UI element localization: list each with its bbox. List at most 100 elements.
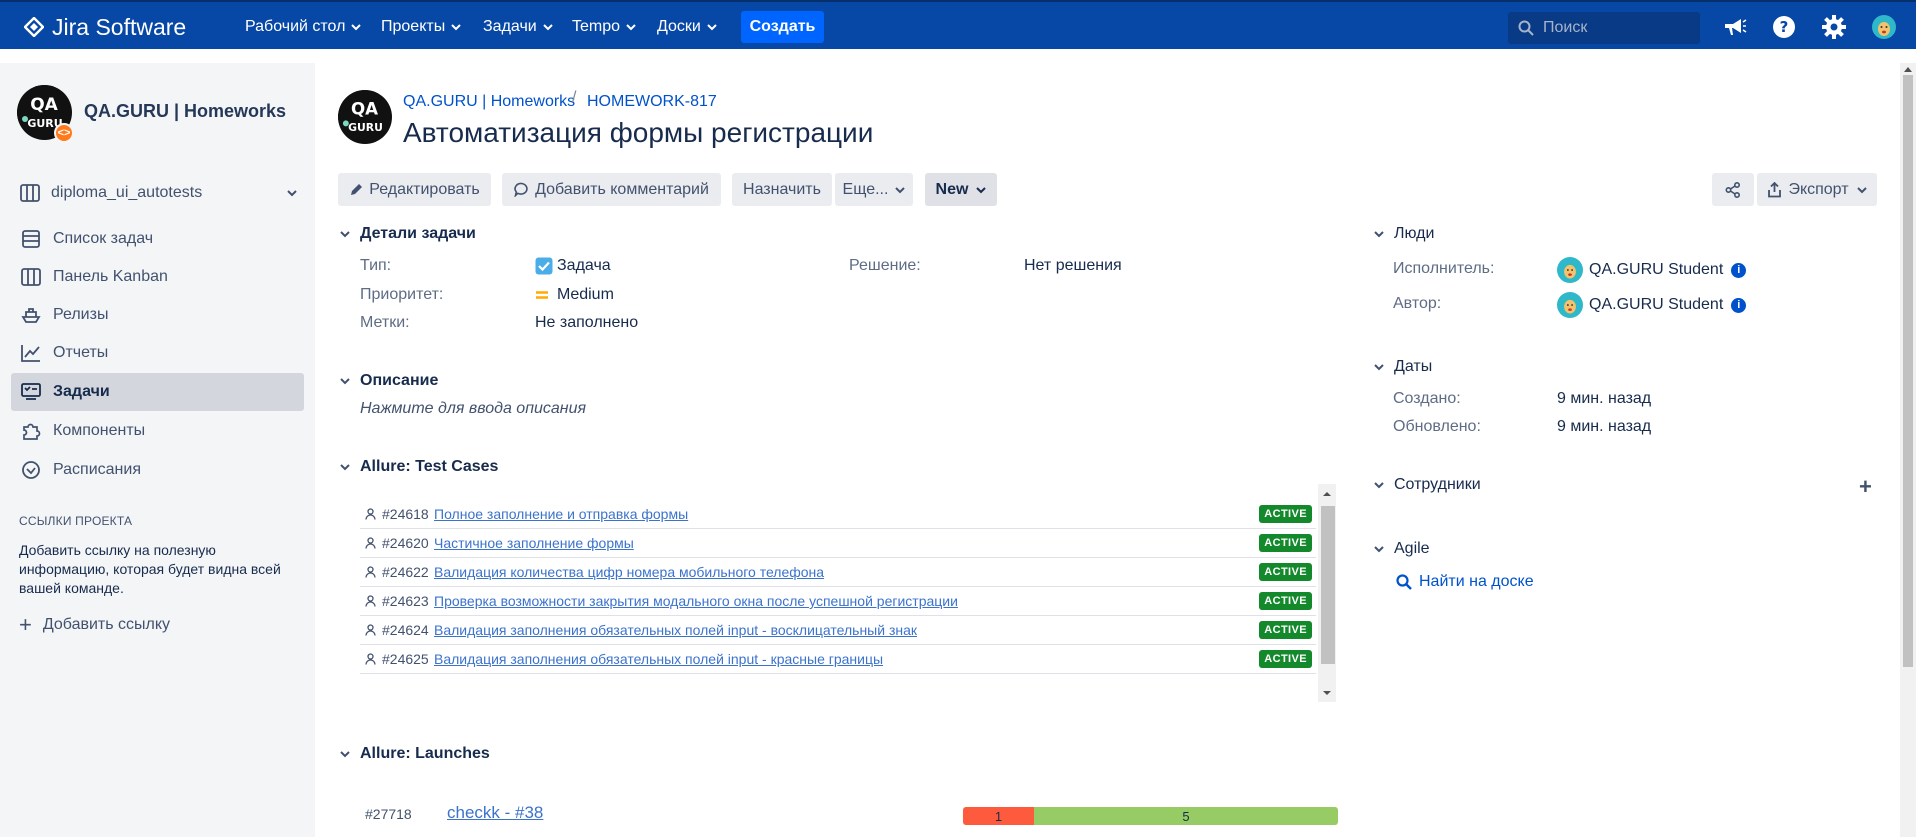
status-badge: ACTIVE: [1259, 592, 1312, 610]
launches-section-title: Allure: Launches: [360, 745, 490, 762]
test-cases-scrollbar-thumb[interactable]: [1321, 506, 1335, 664]
chevron-down-icon: [1372, 478, 1386, 492]
launch-link[interactable]: checkk - #38: [447, 803, 543, 823]
test-case-link[interactable]: Частичное заполнение формы: [434, 535, 1259, 551]
test-case-id: #24620: [382, 535, 429, 551]
type-value[interactable]: Задача: [535, 257, 611, 275]
share-button[interactable]: [1712, 173, 1754, 206]
notifications-megaphone-icon[interactable]: [1722, 14, 1748, 40]
priority-label: Приоритет:: [360, 286, 444, 303]
nav-boards[interactable]: Доски: [657, 16, 717, 38]
test-case-link[interactable]: Проверка возможности закрытия модального…: [434, 593, 1259, 609]
nav-dashboard[interactable]: Рабочий стол: [245, 16, 362, 38]
board-selector[interactable]: diploma_ui_autotests: [20, 181, 298, 205]
user-icon: [365, 595, 376, 607]
test-case-id: #24624: [382, 622, 429, 638]
launches-section-toggle[interactable]: Allure: Launches: [338, 745, 490, 763]
project-links-heading: ССЫЛКИ ПРОЕКТА: [19, 514, 133, 528]
test-cases-section-toggle[interactable]: Allure: Test Cases: [338, 458, 498, 476]
priority-value[interactable]: Medium: [535, 286, 614, 304]
test-case-link[interactable]: Валидация количества цифр номера мобильн…: [434, 564, 1259, 580]
scroll-up-arrow-icon[interactable]: [1903, 65, 1913, 73]
breadcrumb-issue-key-link[interactable]: HOMEWORK-817: [587, 93, 717, 111]
chevron-down-icon: [1856, 186, 1867, 193]
chevron-down-icon: [287, 190, 297, 197]
description-section-toggle[interactable]: Описание: [338, 372, 438, 390]
launch-result-bar[interactable]: 1 5: [963, 807, 1338, 825]
page-scrollbar-thumb[interactable]: [1903, 75, 1913, 667]
sidebar-item-components[interactable]: Компоненты: [11, 412, 304, 450]
updated-value: 9 мин. назад: [1557, 418, 1652, 435]
user-avatar[interactable]: [1871, 14, 1897, 40]
add-employee-plus-icon[interactable]: +: [1859, 474, 1872, 500]
sidebar-item-releases[interactable]: Релизы: [11, 296, 304, 334]
agile-section-toggle[interactable]: Agile: [1372, 540, 1430, 558]
people-section-toggle[interactable]: Люди: [1372, 225, 1434, 243]
project-name[interactable]: QA.GURU | Homeworks: [84, 101, 286, 122]
description-placeholder[interactable]: Нажмите для ввода описания: [360, 400, 586, 418]
created-value: 9 мин. назад: [1557, 390, 1652, 407]
details-section-toggle[interactable]: Детали задачи: [338, 225, 476, 243]
export-button[interactable]: Экспорт: [1757, 173, 1877, 206]
user-icon: [365, 624, 376, 636]
jira-logo[interactable]: Jira Software: [24, 14, 186, 40]
nav-dashboard-label: Рабочий стол: [245, 18, 346, 35]
top-navigation: Jira Software Рабочий стол Проекты Задач…: [0, 0, 1916, 49]
assign-button[interactable]: Назначить: [732, 173, 832, 206]
scroll-up-arrow-icon[interactable]: [1322, 489, 1332, 499]
sidebar-item-schedules[interactable]: Расписания: [11, 451, 304, 489]
find-on-board-link[interactable]: Найти на доске: [1396, 573, 1534, 591]
more-actions-label: Еще...: [842, 180, 889, 198]
info-icon[interactable]: i: [1731, 262, 1747, 278]
dates-section-toggle[interactable]: Даты: [1372, 358, 1432, 376]
user-avatar: [1557, 257, 1583, 283]
assignee-value[interactable]: QA.GURU Student i: [1557, 257, 1747, 283]
chevron-down-icon: [338, 747, 352, 761]
sidebar-item-reports[interactable]: Отчеты: [11, 334, 304, 372]
reporter-value[interactable]: QA.GURU Student i: [1557, 292, 1747, 318]
search-input[interactable]: Поиск: [1508, 12, 1700, 44]
issue-project-avatar[interactable]: QA GURU: [338, 90, 392, 144]
resolution-label: Решение:: [849, 257, 921, 274]
priority-value-text: Medium: [557, 286, 614, 303]
nav-projects[interactable]: Проекты: [381, 16, 461, 38]
puzzle-icon: [20, 420, 42, 442]
test-case-link[interactable]: Валидация заполнения обязательных полей …: [434, 622, 1259, 638]
info-icon[interactable]: i: [1731, 297, 1747, 313]
settings-gear-icon[interactable]: [1821, 14, 1847, 40]
test-case-id: #24623: [382, 593, 429, 609]
description-section-title: Описание: [360, 372, 439, 389]
svg-text:QA: QA: [351, 100, 378, 119]
chevron-down-icon: [895, 186, 906, 193]
nav-issues[interactable]: Задачи: [483, 16, 553, 38]
help-icon[interactable]: ?: [1771, 14, 1797, 40]
breadcrumb-project-link[interactable]: QA.GURU | Homeworks: [403, 93, 575, 111]
add-comment-button[interactable]: Добавить комментарий: [502, 173, 721, 206]
test-case-link[interactable]: Полное заполнение и отправка формы: [434, 506, 1259, 522]
backlog-icon: [20, 228, 42, 250]
employees-section-toggle[interactable]: Сотрудники: [1372, 476, 1481, 494]
nav-tempo[interactable]: Tempo: [572, 16, 636, 38]
labels-value[interactable]: Не заполнено: [535, 314, 638, 332]
reporter-name: QA.GURU Student: [1589, 296, 1724, 313]
task-checkbox-icon: [535, 257, 553, 275]
board-icon: [20, 184, 40, 202]
sidebar-item-kanban[interactable]: Панель Kanban: [11, 258, 304, 296]
status-button[interactable]: New: [925, 173, 997, 206]
create-button[interactable]: Создать: [741, 11, 824, 43]
sidebar-item-label: Список задач: [53, 230, 154, 247]
test-case-link[interactable]: Валидация заполнения обязательных полей …: [434, 651, 1259, 667]
user-icon: [365, 566, 376, 578]
add-link-button[interactable]: + Добавить ссылку: [19, 614, 170, 636]
status-badge: ACTIVE: [1259, 505, 1312, 523]
svg-text:?: ?: [1780, 18, 1789, 36]
more-actions-button[interactable]: Еще...: [835, 173, 913, 206]
sidebar-item-backlog[interactable]: Список задач: [11, 220, 304, 258]
sidebar-item-issues[interactable]: Задачи: [11, 373, 304, 411]
nav-issues-label: Задачи: [483, 18, 537, 35]
scroll-down-arrow-icon[interactable]: [1322, 688, 1332, 698]
chevron-down-icon: [626, 24, 636, 31]
issue-title[interactable]: Автоматизация формы регистрации: [403, 117, 873, 149]
edit-button[interactable]: Редактировать: [338, 173, 491, 206]
page-scrollbar[interactable]: [1900, 63, 1916, 837]
